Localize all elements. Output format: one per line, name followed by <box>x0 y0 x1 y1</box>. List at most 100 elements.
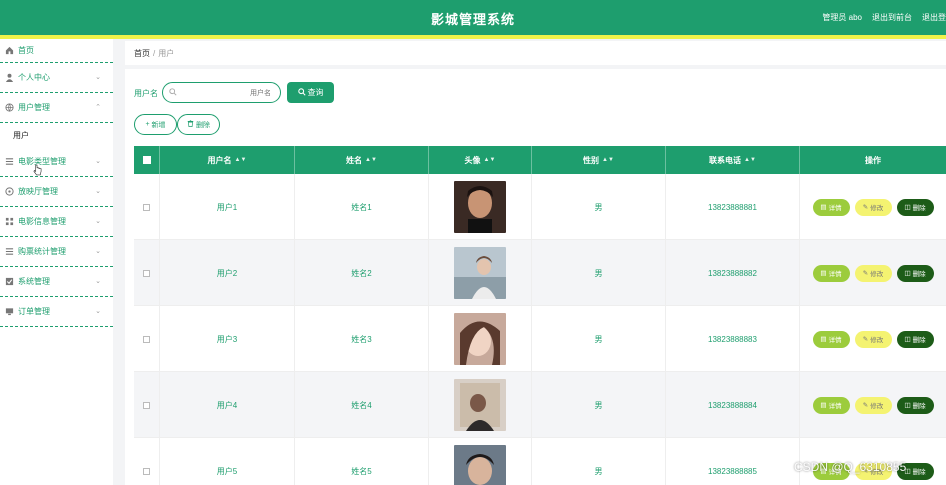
avatar <box>454 247 506 299</box>
edit-button[interactable]: ✎ 修改 <box>854 330 892 348</box>
chevron-down-icon: ⌄ <box>95 308 101 315</box>
edit-icon: ✎ <box>862 270 869 277</box>
app-title: 影城管理系统 <box>430 12 515 27</box>
row-delete-button-label: 删除 <box>912 271 926 278</box>
edit-button[interactable]: ✎ 修改 <box>854 264 892 282</box>
sort-icon: ▲▼ <box>234 157 247 163</box>
search-icon <box>297 87 306 98</box>
search-field[interactable] <box>162 82 281 103</box>
search-button[interactable]: 查询 <box>287 82 334 103</box>
cell-name-text: 姓名5 <box>351 466 372 476</box>
select-all-checkbox[interactable] <box>142 156 151 164</box>
row-checkbox[interactable] <box>143 203 150 211</box>
row-delete-button-label: 删除 <box>912 337 926 344</box>
cell-username: 用户2 <box>160 240 295 306</box>
sort-icon: ▲▼ <box>602 157 614 163</box>
users-table: 用户名 ▲▼ 姓名 ▲▼ 头像 ▲▼ 性别 ▲▼ 联系电话 ▲▼ 操作 用户1 姓名1 男 13… <box>134 146 946 485</box>
trash-icon: ◫ <box>904 336 911 343</box>
sidebar-item-users[interactable]: 用户管理 ⌃ <box>0 93 113 123</box>
row-checkbox[interactable] <box>143 335 150 343</box>
row-delete-button[interactable]: ◫ 删除 <box>896 396 934 414</box>
delete-button-label: 删除 <box>196 121 210 129</box>
edit-button-label: 修改 <box>870 403 884 410</box>
cell-gender-text: 男 <box>594 466 603 476</box>
cell-gender-text: 男 <box>594 268 603 278</box>
breadcrumb-home[interactable]: 首页 <box>134 49 150 58</box>
detail-icon: ▤ <box>820 204 827 211</box>
sidebar-item-movie-info[interactable]: 电影信息管理 ⌄ <box>0 207 113 237</box>
detail-icon: ▤ <box>820 402 827 409</box>
header-accent-strip <box>0 35 946 39</box>
column-header-avatar[interactable]: 头像 ▲▼ <box>429 146 532 174</box>
watermark: CSDN @Q_6310855 <box>794 460 907 474</box>
detail-button-label: 详情 <box>828 205 842 212</box>
row-checkbox[interactable] <box>143 401 150 409</box>
detail-button-label: 详情 <box>828 337 842 344</box>
column-header-label: 头像 <box>464 155 481 165</box>
cell-phone: 13823888883 <box>666 306 800 372</box>
table-row: 用户3 姓名3 男 13823888883 ▤ 详情 ✎ 修改 ◫ 删除 <box>134 306 946 372</box>
detail-button[interactable]: ▤ 详情 <box>812 396 850 414</box>
cell-phone: 13823888882 <box>666 240 800 306</box>
column-header-name[interactable]: 姓名 ▲▼ <box>295 146 429 174</box>
cell-username-text: 用户1 <box>216 202 238 212</box>
detail-button[interactable]: ▤ 详情 <box>812 264 850 282</box>
cell-avatar <box>429 240 532 306</box>
chevron-down-icon: ⌄ <box>95 188 101 195</box>
table-header: 用户名 ▲▼ 姓名 ▲▼ 头像 ▲▼ 性别 ▲▼ 联系电话 ▲▼ 操作 <box>134 146 946 174</box>
row-delete-button[interactable]: ◫ 删除 <box>896 198 934 216</box>
table-row: 用户1 姓名1 男 13823888881 ▤ 详情 ✎ 修改 ◫ 删除 <box>134 174 946 240</box>
sidebar-item-halls[interactable]: 放映厅管理 ⌄ <box>0 177 113 207</box>
column-header-username[interactable]: 用户名 ▲▼ <box>160 146 295 174</box>
cell-phone: 13823888884 <box>666 372 800 438</box>
cell-username-text: 用户2 <box>216 268 238 278</box>
sidebar-item-system[interactable]: 系统管理 ⌄ <box>0 267 113 297</box>
cell-name: 姓名4 <box>295 372 429 438</box>
cell-gender: 男 <box>532 240 666 306</box>
cell-gender-text: 男 <box>594 334 603 344</box>
column-header-label: 性别 <box>583 155 600 165</box>
sort-icon: ▲▼ <box>483 157 496 163</box>
sort-icon: ▲▼ <box>365 157 377 163</box>
sidebar-item-profile[interactable]: 个人中心 ⌄ <box>0 63 113 93</box>
back-to-front-link[interactable]: 退出到前台 <box>872 12 912 23</box>
delete-button[interactable]: 删除 <box>177 114 220 135</box>
sidebar-item-label: 放映厅管理 <box>18 187 58 196</box>
cell-actions: ▤ 详情 ✎ 修改 ◫ 删除 <box>800 240 946 306</box>
sidebar-item-movie-types[interactable]: 电影类型管理 ⌄ <box>0 147 113 177</box>
cell-name: 姓名3 <box>295 306 429 372</box>
cell-gender-text: 男 <box>594 400 603 410</box>
user-icon <box>5 73 14 82</box>
cell-name-text: 姓名2 <box>351 268 372 278</box>
trash-icon: ◫ <box>904 204 911 211</box>
cell-name: 姓名2 <box>295 240 429 306</box>
search-input[interactable] <box>181 86 271 100</box>
sidebar-item-ticket-stats[interactable]: 购票统计管理 ⌄ <box>0 237 113 267</box>
sidebar-item-orders[interactable]: 订单管理 ⌄ <box>0 297 113 327</box>
row-checkbox[interactable] <box>143 467 150 475</box>
add-button[interactable]: + 新增 <box>134 114 177 135</box>
sidebar-item-home[interactable]: 首页 <box>0 39 113 63</box>
sidebar-subitem-user[interactable]: 用户 <box>0 123 113 147</box>
logout-link[interactable]: 退出登 <box>922 12 946 23</box>
breadcrumb-separator: / <box>153 49 156 58</box>
cell-phone-text: 13823888884 <box>708 400 757 410</box>
cell-name: 姓名1 <box>295 174 429 240</box>
detail-button[interactable]: ▤ 详情 <box>812 330 850 348</box>
avatar <box>454 379 506 431</box>
edit-button[interactable]: ✎ 修改 <box>854 198 892 216</box>
row-delete-button[interactable]: ◫ 删除 <box>896 264 934 282</box>
chevron-down-icon: ⌄ <box>95 248 101 255</box>
admin-label: 管理员 abo <box>822 13 862 22</box>
column-header-label: 操作 <box>865 155 881 165</box>
edit-button[interactable]: ✎ 修改 <box>854 396 892 414</box>
row-delete-button[interactable]: ◫ 删除 <box>896 330 934 348</box>
column-header-phone[interactable]: 联系电话 ▲▼ <box>666 146 800 174</box>
detail-button[interactable]: ▤ 详情 <box>812 198 850 216</box>
chevron-down-icon: ⌄ <box>95 158 101 165</box>
cell-avatar <box>429 372 532 438</box>
column-header-gender[interactable]: 性别 ▲▼ <box>532 146 666 174</box>
row-checkbox[interactable] <box>143 269 150 277</box>
edit-icon: ✎ <box>862 204 869 211</box>
cell-gender: 男 <box>532 438 666 485</box>
